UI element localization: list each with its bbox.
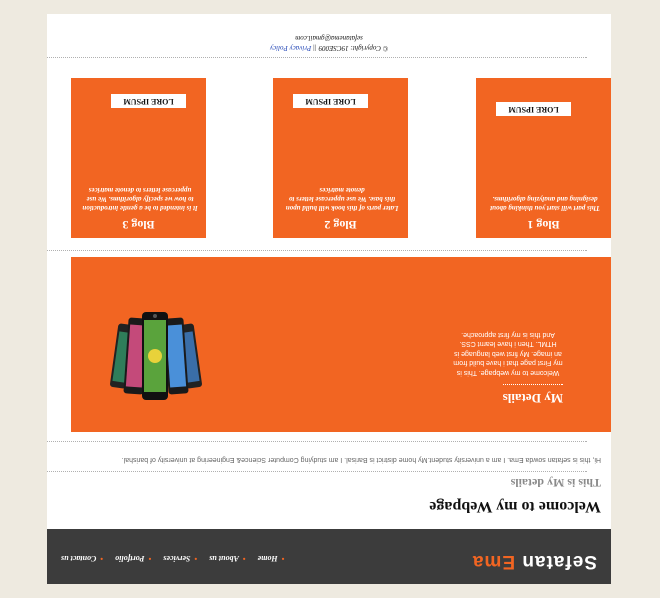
divider bbox=[47, 441, 587, 442]
privacy-policy-link[interactable]: Privacy Policy bbox=[270, 44, 311, 52]
site-header: Sefatan Ema Home About us Services Portf… bbox=[47, 529, 611, 584]
footer-copyright-line: © Copyright: 19CSE009 || Privacy Policy bbox=[47, 44, 611, 52]
nav-item-contact[interactable]: Contact us bbox=[61, 554, 103, 563]
nav-item-portfolio[interactable]: Portfolio bbox=[115, 554, 151, 563]
blog-text: Later parts of this book will build upon… bbox=[285, 186, 399, 212]
details-title: My Details bbox=[502, 391, 563, 406]
blog-title: Blog 1 bbox=[527, 218, 560, 232]
page-title: Welcome to my Webpage bbox=[429, 498, 601, 515]
details-panel: My Details Welcome to my webpage. This i… bbox=[71, 257, 611, 432]
divider bbox=[47, 250, 587, 251]
blog-card: Blog 3 It is intended to be a gentle int… bbox=[71, 78, 206, 238]
main-nav: Home About us Services Portfolio Contact… bbox=[61, 554, 284, 563]
brand-name-second: Ema bbox=[471, 551, 516, 572]
nav-item-services[interactable]: Services bbox=[163, 554, 197, 563]
page-container: Sefatan Ema Home About us Services Portf… bbox=[47, 14, 611, 584]
smartphones-image bbox=[110, 312, 202, 400]
blog-text: This part will start you thinking about … bbox=[490, 195, 600, 212]
blog-title: Blog 2 bbox=[324, 218, 357, 232]
brand-name-first: Sefatan bbox=[521, 551, 597, 572]
copyright-text: © Copyright: 19CSE009 || bbox=[313, 44, 389, 52]
page: Sefatan Ema Home About us Services Portf… bbox=[0, 0, 660, 598]
details-text: Welcome to my webpage. This is my First … bbox=[453, 331, 563, 376]
lore-ipsum-button[interactable]: LORE IPSUM bbox=[496, 102, 571, 116]
blog-title: Blog 3 bbox=[122, 218, 155, 232]
site-footer: © Copyright: 19CSE009 || Privacy Policy … bbox=[47, 34, 611, 52]
lore-ipsum-button[interactable]: LORE IPSUM bbox=[293, 94, 368, 108]
blog-text: It is intended to be a gentle introducti… bbox=[82, 186, 198, 212]
details-divider bbox=[503, 384, 563, 385]
divider bbox=[47, 57, 587, 58]
page-subtitle: This is My details bbox=[510, 476, 601, 490]
divider bbox=[47, 471, 587, 472]
nav-item-home[interactable]: Home bbox=[258, 554, 285, 563]
blog-card: Blog 2 Later parts of this book will bui… bbox=[273, 78, 408, 238]
lore-ipsum-button[interactable]: LORE IPSUM bbox=[111, 94, 186, 108]
blog-card: Blog 1 This part will start you thinking… bbox=[476, 78, 611, 238]
intro-text: Hi, this is sefatan sowda Ema. I am a un… bbox=[121, 456, 601, 463]
brand-logo[interactable]: Sefatan Ema bbox=[472, 550, 597, 572]
nav-item-about[interactable]: About us bbox=[209, 554, 245, 563]
phone-front bbox=[142, 312, 168, 400]
footer-email[interactable]: sefatanema@gmail.com bbox=[47, 34, 611, 42]
